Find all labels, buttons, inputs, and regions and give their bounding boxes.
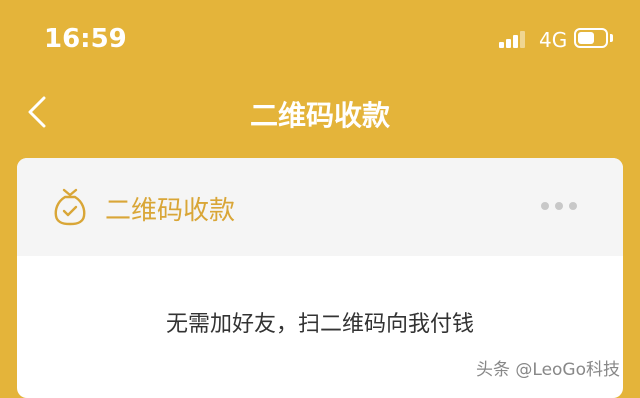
battery-icon [574, 28, 608, 48]
network-label: 4G [539, 28, 568, 52]
more-dots-icon[interactable] [541, 202, 577, 212]
watermark: 头条 @LeoGo科技 [476, 360, 621, 380]
status-bar: 16:59 4G [0, 0, 640, 80]
card-title: 二维码收款 [105, 196, 236, 226]
signal-icon [499, 30, 529, 48]
page-title: 二维码收款 [249, 99, 390, 132]
money-bag-icon [54, 188, 86, 226]
instruction-text: 无需加好友，扫二维码向我付钱 [165, 312, 474, 337]
battery-tip [610, 34, 613, 42]
card-header: 二维码收款 [17, 158, 623, 256]
status-time: 16:59 [44, 24, 127, 54]
nav-bar: 二维码收款 [0, 80, 640, 146]
